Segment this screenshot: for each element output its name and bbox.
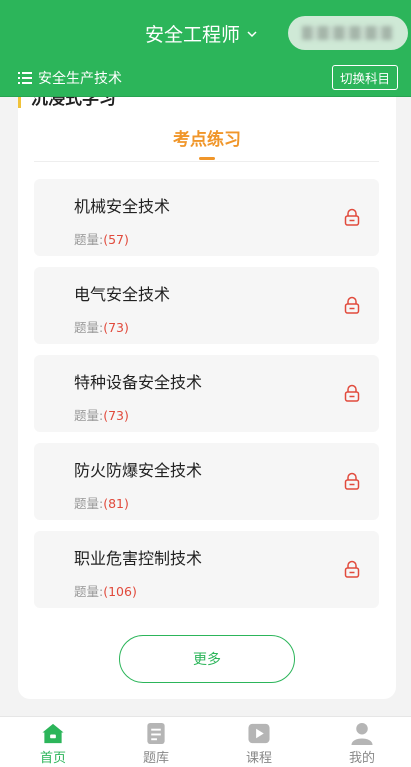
tab-label: 首页 bbox=[39, 751, 66, 766]
immersive-learning-title: 沉浸式学习 bbox=[18, 97, 116, 109]
section-divider bbox=[34, 161, 379, 162]
item-title: 防火防爆安全技术 bbox=[74, 461, 203, 480]
document-icon bbox=[147, 722, 165, 745]
item-title: 特种设备安全技术 bbox=[74, 373, 203, 392]
chevron-down-icon bbox=[247, 30, 257, 37]
count-label: 题量: bbox=[74, 320, 104, 335]
lock-icon bbox=[344, 208, 360, 226]
count-label: 题量: bbox=[74, 232, 104, 247]
play-icon bbox=[248, 723, 270, 744]
count-value: (73) bbox=[103, 320, 129, 335]
tab-courses[interactable]: 课程 bbox=[229, 722, 289, 766]
tab-home[interactable]: 首页 bbox=[23, 722, 83, 766]
tab-label: 题库 bbox=[142, 751, 169, 766]
app-header: 安全工程师 安全生产技术 切换科目 bbox=[0, 0, 411, 97]
count-label: 题量: bbox=[74, 584, 104, 599]
practice-item[interactable]: 防火防爆安全技术 题量:(81) bbox=[34, 443, 379, 520]
practice-item[interactable]: 机械安全技术 题量:(57) bbox=[34, 179, 379, 256]
lock-icon bbox=[344, 384, 360, 402]
count-value: (106) bbox=[103, 584, 137, 599]
user-icon bbox=[351, 722, 373, 745]
count-label: 题量: bbox=[74, 408, 104, 423]
count-label: 题量: bbox=[74, 496, 104, 511]
section-underline bbox=[199, 157, 215, 160]
exam-title: 安全工程师 bbox=[145, 24, 241, 46]
count-value: (73) bbox=[103, 408, 129, 423]
tab-profile[interactable]: 我的 bbox=[332, 722, 392, 766]
item-count: 题量:(81) bbox=[74, 493, 129, 512]
section-title: 考点练习 bbox=[173, 130, 241, 150]
practice-item[interactable]: 电气安全技术 题量:(73) bbox=[34, 267, 379, 344]
item-title: 机械安全技术 bbox=[74, 197, 171, 216]
tab-label: 课程 bbox=[245, 751, 272, 766]
lock-icon bbox=[344, 560, 360, 578]
exam-selector[interactable]: 安全工程师 bbox=[145, 20, 258, 47]
tab-question-bank[interactable]: 题库 bbox=[126, 722, 186, 766]
list-icon bbox=[18, 72, 32, 84]
practice-item[interactable]: 特种设备安全技术 题量:(73) bbox=[34, 355, 379, 432]
bottom-tab-bar: 首页 题库 课程 我的 bbox=[0, 716, 411, 767]
lock-icon bbox=[344, 472, 360, 490]
more-button[interactable]: 更多 bbox=[119, 635, 295, 683]
user-account-pill[interactable] bbox=[288, 16, 408, 50]
subject-label: 安全生产技术 bbox=[38, 71, 122, 87]
current-subject[interactable]: 安全生产技术 bbox=[18, 68, 122, 88]
lock-icon bbox=[344, 296, 360, 314]
item-count: 题量:(57) bbox=[74, 229, 129, 248]
item-title: 电气安全技术 bbox=[74, 285, 171, 304]
home-icon bbox=[42, 723, 64, 744]
item-title: 职业危害控制技术 bbox=[74, 549, 203, 568]
blurred-username bbox=[302, 26, 392, 40]
practice-card: 沉浸式学习 考点练习 机械安全技术 题量:(57) 电气安全技术 题量:(73)… bbox=[18, 97, 396, 699]
practice-item[interactable]: 职业危害控制技术 题量:(106) bbox=[34, 531, 379, 608]
item-count: 题量:(73) bbox=[74, 317, 129, 336]
switch-subject-button[interactable]: 切换科目 bbox=[332, 65, 398, 90]
item-count: 题量:(73) bbox=[74, 405, 129, 424]
count-value: (81) bbox=[103, 496, 129, 511]
tab-label: 我的 bbox=[348, 751, 375, 766]
count-value: (57) bbox=[103, 232, 129, 247]
item-count: 题量:(106) bbox=[74, 581, 137, 600]
